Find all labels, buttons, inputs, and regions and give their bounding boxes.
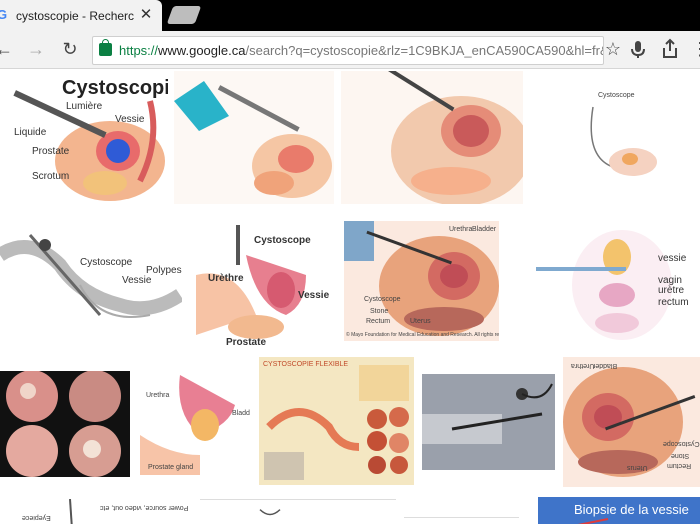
result-thumb-18[interactable]: Biopsie de la vessie	[538, 497, 700, 524]
result-thumb-13[interactable]: Urethra Bladder Cystoscope Stone Rectum …	[563, 357, 700, 487]
result-15-label: Power source, video out, etc	[100, 504, 189, 511]
new-tab-button[interactable]	[166, 6, 202, 24]
result-13-label: Urethra	[571, 362, 595, 369]
result-6-label: Cystoscope	[254, 235, 311, 246]
result-8-label: urètre	[658, 285, 685, 296]
tab-bar: G cystoscopie - Recherche Go ✕	[0, 0, 700, 31]
result-thumb-5[interactable]: Cystoscope Vessie Polypes	[0, 215, 182, 343]
result-1-title: Cystoscopie	[62, 77, 168, 99]
close-icon[interactable]: ✕	[138, 7, 154, 23]
result-thumb-4[interactable]: Cystoscope	[578, 87, 664, 185]
image-results: Cystoscopie Lumière Vessie Liquide Prost…	[0, 69, 700, 524]
result-7-label: Rectum	[366, 318, 391, 325]
result-thumb-16[interactable]	[200, 499, 396, 524]
browser-toolbar: ← → ↻ https://www.google.ca/search?q=cys…	[0, 31, 700, 69]
result-13-label: Stone	[671, 452, 690, 459]
result-4-label: Cystoscope	[598, 92, 635, 99]
result-5-label: Polypes	[146, 265, 182, 276]
result-thumb-10[interactable]: Urethra Bladder Prostate gland	[140, 375, 250, 477]
result-7-label: Urethra	[449, 226, 473, 233]
result-8-label: rectum	[658, 297, 689, 308]
url-text[interactable]: https://www.google.ca/search?q=cystoscop…	[119, 42, 603, 59]
result-7-label: Stone	[370, 308, 389, 315]
result-1-label: Prostate	[32, 146, 70, 157]
result-thumb-9[interactable]	[0, 371, 130, 477]
result-thumb-12[interactable]	[422, 374, 555, 470]
result-thumb-17[interactable]	[404, 517, 519, 524]
result-6-label: Urèthre	[208, 273, 244, 284]
result-8-label: vessie	[658, 253, 687, 264]
result-6-label: Prostate	[226, 337, 267, 348]
result-14-label: Eyepiece	[22, 514, 51, 521]
result-10-label: Bladder	[232, 410, 250, 417]
result-13-label: Bladder	[593, 362, 618, 369]
reload-icon[interactable]: ↻	[58, 37, 82, 61]
result-thumb-8[interactable]: vessie vagin urètre rectum	[522, 215, 690, 348]
result-thumb-2[interactable]	[174, 71, 334, 204]
result-13-label: Rectum	[667, 462, 692, 469]
result-5-label: Cystoscope	[80, 257, 133, 268]
result-7-footer: © Mayo Foundation for Medical Education …	[346, 332, 499, 338]
result-7-label: Bladder	[472, 226, 497, 233]
back-icon[interactable]: ←	[0, 37, 16, 61]
browser-tab[interactable]: G cystoscopie - Recherche Go ✕	[0, 0, 162, 31]
secure-lock-icon	[99, 39, 112, 56]
address-bar[interactable]: https://www.google.ca/search?q=cystoscop…	[92, 36, 604, 65]
tab-title: cystoscopie - Recherche Go	[16, 9, 134, 23]
result-6-label: Vessie	[298, 290, 329, 301]
result-1-label: Lumière	[66, 101, 103, 112]
result-13-label: Uterus	[627, 464, 648, 471]
result-7-label: Cystoscope	[364, 296, 401, 303]
result-thumb-11[interactable]: CYSTOSCOPIE FLEXIBLE	[259, 357, 414, 485]
result-11-title: CYSTOSCOPIE FLEXIBLE	[263, 361, 349, 368]
result-thumb-3[interactable]	[341, 71, 523, 204]
result-thumb-1[interactable]: Cystoscopie Lumière Vessie Liquide Prost…	[0, 71, 168, 204]
share-icon[interactable]	[658, 37, 682, 61]
result-thumb-14[interactable]: Eyepiece Power source, video out, etc	[0, 499, 192, 524]
result-1-label: Scrotum	[32, 171, 70, 182]
result-thumb-6[interactable]: Cystoscope Urèthre Vessie Prostate	[196, 215, 329, 348]
result-thumb-7[interactable]: Urethra Bladder Cystoscope Stone Rectum …	[344, 221, 499, 341]
forward-icon[interactable]: →	[24, 37, 48, 61]
bookmark-star-icon[interactable]: ☆	[601, 37, 625, 61]
result-7-label: Uterus	[410, 318, 431, 325]
result-1-label: Liquide	[14, 127, 47, 138]
google-g-icon: G	[0, 7, 8, 22]
result-1-label: Vessie	[115, 114, 145, 125]
result-10-label: Urethra	[146, 392, 170, 399]
menu-icon[interactable]: ⋮	[688, 37, 700, 61]
result-10-label: Prostate gland	[148, 464, 194, 471]
microphone-icon[interactable]	[626, 37, 650, 61]
result-13-label: Cystoscope	[663, 440, 700, 447]
